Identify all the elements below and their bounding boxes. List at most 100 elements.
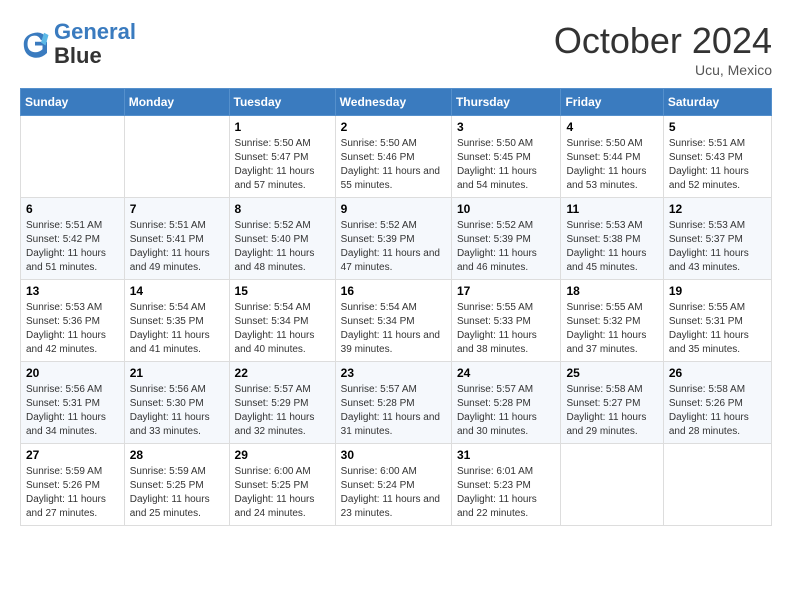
calendar-cell: 20Sunrise: 5:56 AM Sunset: 5:31 PM Dayli…	[21, 362, 125, 444]
calendar-cell: 22 Sunrise: 5:57 AM Sunset: 5:29 PM Dayli…	[229, 362, 335, 444]
day-number: 9	[341, 202, 446, 216]
calendar-week-row: 6 Sunrise: 5:51 AM Sunset: 5:42 PM Daylig…	[21, 198, 772, 280]
calendar-cell: 30 Sunrise: 6:00 AM Sunset: 5:24 PM Dayli…	[335, 444, 451, 526]
weekday-row: SundayMondayTuesdayWednesdayThursdayFrid…	[21, 89, 772, 116]
day-info: Sunrise: 5:50 AM Sunset: 5:46 PM Dayligh…	[341, 137, 446, 193]
day-number: 4	[566, 120, 657, 134]
day-number: 17	[457, 284, 556, 298]
logo-line1: General	[54, 19, 136, 44]
day-info: Sunrise: 5:54 AM Sunset: 5:35 PM Dayligh…	[130, 301, 224, 357]
calendar-week-row: 27Sunrise: 5:59 AM Sunset: 5:26 PM Dayli…	[21, 444, 772, 526]
calendar-cell: 10 Sunrise: 5:52 AM Sunset: 5:39 PM Dayli…	[451, 198, 561, 280]
day-number: 19	[669, 284, 766, 298]
calendar-cell: 31Sunrise: 6:01 AM Sunset: 5:23 PM Dayli…	[451, 444, 561, 526]
logo-text: General Blue	[54, 20, 136, 68]
calendar-cell: 1 Sunrise: 5:50 AM Sunset: 5:47 PM Daylig…	[229, 116, 335, 198]
calendar-cell: 26 Sunrise: 5:58 AM Sunset: 5:26 PM Dayli…	[663, 362, 771, 444]
day-info: Sunrise: 5:53 AM Sunset: 5:36 PM Dayligh…	[26, 301, 119, 357]
calendar-cell: 14 Sunrise: 5:54 AM Sunset: 5:35 PM Dayli…	[124, 280, 229, 362]
calendar-cell: 24 Sunrise: 5:57 AM Sunset: 5:28 PM Dayli…	[451, 362, 561, 444]
day-info: Sunrise: 5:55 AM Sunset: 5:32 PM Dayligh…	[566, 301, 657, 357]
day-number: 10	[457, 202, 556, 216]
day-info: Sunrise: 5:52 AM Sunset: 5:39 PM Dayligh…	[457, 219, 556, 275]
calendar-cell: 29 Sunrise: 6:00 AM Sunset: 5:25 PM Dayli…	[229, 444, 335, 526]
calendar-cell: 11 Sunrise: 5:53 AM Sunset: 5:38 PM Dayli…	[561, 198, 663, 280]
calendar-cell	[124, 116, 229, 198]
calendar-cell: 27Sunrise: 5:59 AM Sunset: 5:26 PM Dayli…	[21, 444, 125, 526]
day-info: Sunrise: 5:58 AM Sunset: 5:26 PM Dayligh…	[669, 383, 766, 439]
day-info: Sunrise: 5:50 AM Sunset: 5:47 PM Dayligh…	[235, 137, 330, 193]
page-header: General Blue October 2024 Ucu, Mexico	[20, 20, 772, 78]
day-info: Sunrise: 5:52 AM Sunset: 5:40 PM Dayligh…	[235, 219, 330, 275]
day-info: Sunrise: 5:52 AM Sunset: 5:39 PM Dayligh…	[341, 219, 446, 275]
day-number: 11	[566, 202, 657, 216]
day-info: Sunrise: 6:00 AM Sunset: 5:25 PM Dayligh…	[235, 465, 330, 521]
day-number: 30	[341, 448, 446, 462]
calendar-cell: 15 Sunrise: 5:54 AM Sunset: 5:34 PM Dayli…	[229, 280, 335, 362]
day-info: Sunrise: 5:51 AM Sunset: 5:41 PM Dayligh…	[130, 219, 224, 275]
day-info: Sunrise: 5:50 AM Sunset: 5:44 PM Dayligh…	[566, 137, 657, 193]
calendar-cell: 16Sunrise: 5:54 AM Sunset: 5:34 PM Dayli…	[335, 280, 451, 362]
location: Ucu, Mexico	[554, 62, 772, 78]
day-number: 8	[235, 202, 330, 216]
day-info: Sunrise: 5:57 AM Sunset: 5:28 PM Dayligh…	[457, 383, 556, 439]
calendar-cell	[561, 444, 663, 526]
day-number: 3	[457, 120, 556, 134]
calendar-cell: 4 Sunrise: 5:50 AM Sunset: 5:44 PM Daylig…	[561, 116, 663, 198]
logo-icon	[20, 29, 50, 59]
weekday-header: Sunday	[21, 89, 125, 116]
calendar-cell: 8 Sunrise: 5:52 AM Sunset: 5:40 PM Daylig…	[229, 198, 335, 280]
day-number: 26	[669, 366, 766, 380]
day-number: 24	[457, 366, 556, 380]
calendar-header: SundayMondayTuesdayWednesdayThursdayFrid…	[21, 89, 772, 116]
day-number: 15	[235, 284, 330, 298]
calendar-week-row: 20Sunrise: 5:56 AM Sunset: 5:31 PM Dayli…	[21, 362, 772, 444]
day-number: 14	[130, 284, 224, 298]
day-info: Sunrise: 5:51 AM Sunset: 5:42 PM Dayligh…	[26, 219, 119, 275]
day-number: 29	[235, 448, 330, 462]
day-number: 22	[235, 366, 330, 380]
calendar-cell: 6 Sunrise: 5:51 AM Sunset: 5:42 PM Daylig…	[21, 198, 125, 280]
day-number: 18	[566, 284, 657, 298]
calendar-cell: 18 Sunrise: 5:55 AM Sunset: 5:32 PM Dayli…	[561, 280, 663, 362]
calendar-cell: 3Sunrise: 5:50 AM Sunset: 5:45 PM Daylig…	[451, 116, 561, 198]
day-info: Sunrise: 5:51 AM Sunset: 5:43 PM Dayligh…	[669, 137, 766, 193]
calendar-cell	[663, 444, 771, 526]
day-number: 7	[130, 202, 224, 216]
day-number: 6	[26, 202, 119, 216]
day-info: Sunrise: 5:57 AM Sunset: 5:28 PM Dayligh…	[341, 383, 446, 439]
day-info: Sunrise: 5:53 AM Sunset: 5:37 PM Dayligh…	[669, 219, 766, 275]
month-title: October 2024	[554, 20, 772, 62]
calendar-cell: 21Sunrise: 5:56 AM Sunset: 5:30 PM Dayli…	[124, 362, 229, 444]
weekday-header: Monday	[124, 89, 229, 116]
day-number: 31	[457, 448, 556, 462]
calendar-cell: 5Sunrise: 5:51 AM Sunset: 5:43 PM Daylig…	[663, 116, 771, 198]
calendar-cell: 25 Sunrise: 5:58 AM Sunset: 5:27 PM Dayli…	[561, 362, 663, 444]
calendar-cell: 19Sunrise: 5:55 AM Sunset: 5:31 PM Dayli…	[663, 280, 771, 362]
title-block: October 2024 Ucu, Mexico	[554, 20, 772, 78]
calendar-table: SundayMondayTuesdayWednesdayThursdayFrid…	[20, 88, 772, 526]
day-info: Sunrise: 5:58 AM Sunset: 5:27 PM Dayligh…	[566, 383, 657, 439]
calendar-week-row: 1 Sunrise: 5:50 AM Sunset: 5:47 PM Daylig…	[21, 116, 772, 198]
calendar-cell: 28Sunrise: 5:59 AM Sunset: 5:25 PM Dayli…	[124, 444, 229, 526]
day-info: Sunrise: 5:59 AM Sunset: 5:25 PM Dayligh…	[130, 465, 224, 521]
calendar-cell: 23 Sunrise: 5:57 AM Sunset: 5:28 PM Dayli…	[335, 362, 451, 444]
day-info: Sunrise: 5:56 AM Sunset: 5:31 PM Dayligh…	[26, 383, 119, 439]
day-info: Sunrise: 5:54 AM Sunset: 5:34 PM Dayligh…	[235, 301, 330, 357]
weekday-header: Saturday	[663, 89, 771, 116]
day-number: 1	[235, 120, 330, 134]
calendar-cell: 2Sunrise: 5:50 AM Sunset: 5:46 PM Daylig…	[335, 116, 451, 198]
day-info: Sunrise: 5:53 AM Sunset: 5:38 PM Dayligh…	[566, 219, 657, 275]
weekday-header: Friday	[561, 89, 663, 116]
logo: General Blue	[20, 20, 136, 68]
calendar-body: 1 Sunrise: 5:50 AM Sunset: 5:47 PM Daylig…	[21, 116, 772, 526]
day-info: Sunrise: 6:00 AM Sunset: 5:24 PM Dayligh…	[341, 465, 446, 521]
day-number: 13	[26, 284, 119, 298]
day-number: 12	[669, 202, 766, 216]
day-number: 25	[566, 366, 657, 380]
day-number: 16	[341, 284, 446, 298]
day-number: 23	[341, 366, 446, 380]
day-number: 27	[26, 448, 119, 462]
calendar-cell: 13 Sunrise: 5:53 AM Sunset: 5:36 PM Dayli…	[21, 280, 125, 362]
day-info: Sunrise: 5:57 AM Sunset: 5:29 PM Dayligh…	[235, 383, 330, 439]
